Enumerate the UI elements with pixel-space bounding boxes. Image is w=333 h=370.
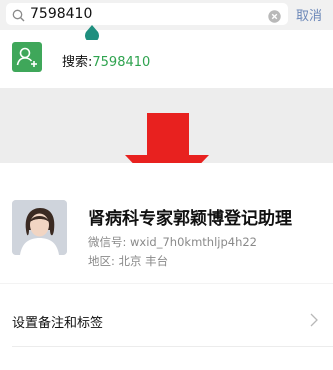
search-input-value: 7598410 bbox=[30, 6, 93, 22]
contact-name: 肾病科专家郭颖博登记助理 bbox=[88, 209, 292, 229]
search-result-row[interactable] bbox=[0, 40, 333, 80]
search-result-prefix: 搜索: bbox=[62, 55, 93, 70]
search-result-keyword: 7598410 bbox=[92, 55, 151, 70]
set-remark-label: 设置备注和标签 bbox=[12, 316, 104, 331]
clear-icon[interactable] bbox=[268, 8, 281, 27]
divider bbox=[0, 283, 333, 284]
region: 地区: 北京 丰台 bbox=[88, 254, 169, 268]
chevron-right-icon bbox=[310, 312, 318, 331]
search-icon bbox=[12, 7, 25, 26]
search-result-label: 搜索:7598410 bbox=[62, 51, 150, 70]
add-friend-icon bbox=[12, 42, 42, 72]
search-input[interactable]: 7598410 bbox=[6, 3, 288, 25]
wechat-id: 微信号: wxid_7h0kmthljp4h22 bbox=[88, 235, 257, 249]
divider bbox=[12, 346, 333, 347]
avatar[interactable] bbox=[12, 200, 67, 255]
cancel-button[interactable]: 取消 bbox=[296, 5, 322, 24]
